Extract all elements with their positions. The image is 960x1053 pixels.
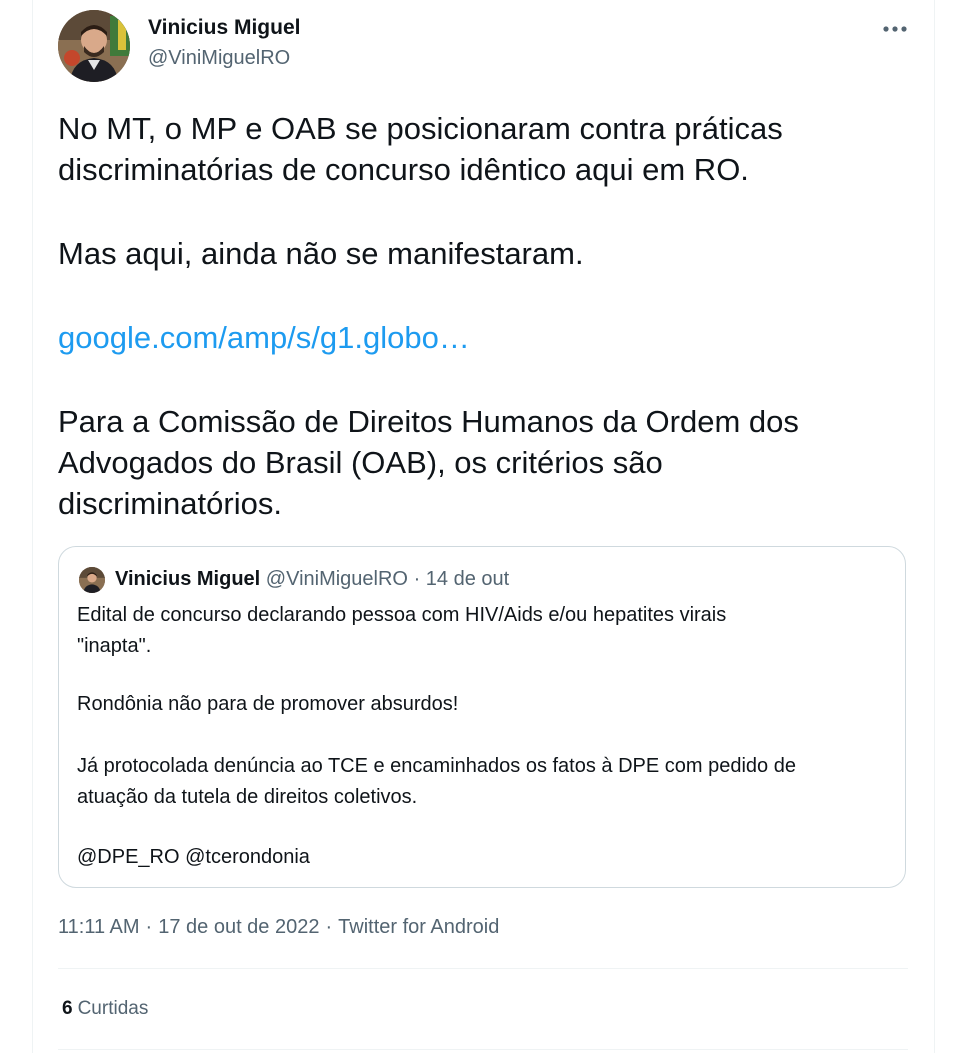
- tweet-date[interactable]: 17 de out de 2022: [158, 916, 319, 938]
- quoted-body-line: "inapta".: [77, 635, 152, 657]
- quoted-author-avatar[interactable]: [79, 567, 105, 593]
- quoted-body-line: Edital de concurso declarando pessoa com…: [77, 604, 727, 626]
- tweet-text-line: Advogados do Brasil (OAB), os critérios …: [58, 445, 663, 480]
- more-options-button[interactable]: [878, 14, 912, 44]
- meta-separator: ·: [325, 916, 333, 938]
- quoted-separator: ·: [413, 568, 421, 590]
- quoted-tweet-header: Vinicius Miguel @ViniMiguelRO · 14 de ou…: [115, 568, 509, 591]
- author-name[interactable]: Vinicius Miguel: [148, 16, 300, 40]
- tweet-text-line: No MT, o MP e OAB se posicionaram contra…: [58, 111, 783, 146]
- quoted-body-line: atuação da tutela de direitos coletivos.: [77, 786, 418, 808]
- quoted-body-paragraph-2: Rondônia não para de promover absurdos!: [77, 693, 459, 715]
- tweet-source[interactable]: Twitter for Android: [338, 916, 499, 938]
- divider: [58, 1049, 908, 1050]
- divider: [58, 968, 908, 969]
- author-avatar[interactable]: [58, 10, 130, 82]
- likes-label: Curtidas: [77, 998, 149, 1019]
- tweet-text-paragraph-2: Mas aqui, ainda não se manifestaram.: [58, 236, 584, 271]
- tweet-text-line: discriminatórias de concurso idêntico aq…: [58, 152, 749, 187]
- tweet-text-paragraph-1: No MT, o MP e OAB se posicionaram contra…: [58, 108, 908, 190]
- quoted-author-handle: @ViniMiguelRO: [265, 568, 408, 590]
- quoted-body-paragraph-3: Já protocolada denúncia ao TCE e encamin…: [77, 751, 887, 813]
- more-horizontal-icon: [883, 26, 907, 32]
- tweet-text-paragraph-3: Para a Comissão de Direitos Humanos da O…: [58, 401, 908, 524]
- tweet-text-line: discriminatórios.: [58, 486, 282, 521]
- likes-count: 6: [62, 998, 73, 1019]
- quoted-tweet[interactable]: Vinicius Miguel @ViniMiguelRO · 14 de ou…: [58, 546, 906, 888]
- tweet-link[interactable]: google.com/amp/s/g1.globo…: [58, 320, 470, 355]
- quoted-author-name[interactable]: Vinicius Miguel: [115, 568, 260, 590]
- quoted-body-paragraph-1: Edital de concurso declarando pessoa com…: [77, 600, 887, 662]
- meta-separator: ·: [145, 916, 153, 938]
- author-handle[interactable]: @ViniMiguelRO: [148, 47, 290, 70]
- quoted-date[interactable]: 14 de out: [426, 568, 509, 590]
- quoted-body-line: Já protocolada denúncia ao TCE e encamin…: [77, 755, 796, 777]
- tweet-time[interactable]: 11:11 AM: [58, 916, 140, 938]
- tweet-meta: 11:11 AM · 17 de out de 2022 · Twitter for A…: [58, 916, 499, 939]
- likes-stat[interactable]: 6 Curtidas: [62, 998, 148, 1020]
- tweet-text-line: Para a Comissão de Direitos Humanos da O…: [58, 404, 799, 439]
- tweet-text-paragraph-link: google.com/amp/s/g1.globo…: [58, 317, 908, 358]
- quoted-body-mentions: @DPE_RO @tcerondonia: [77, 846, 310, 868]
